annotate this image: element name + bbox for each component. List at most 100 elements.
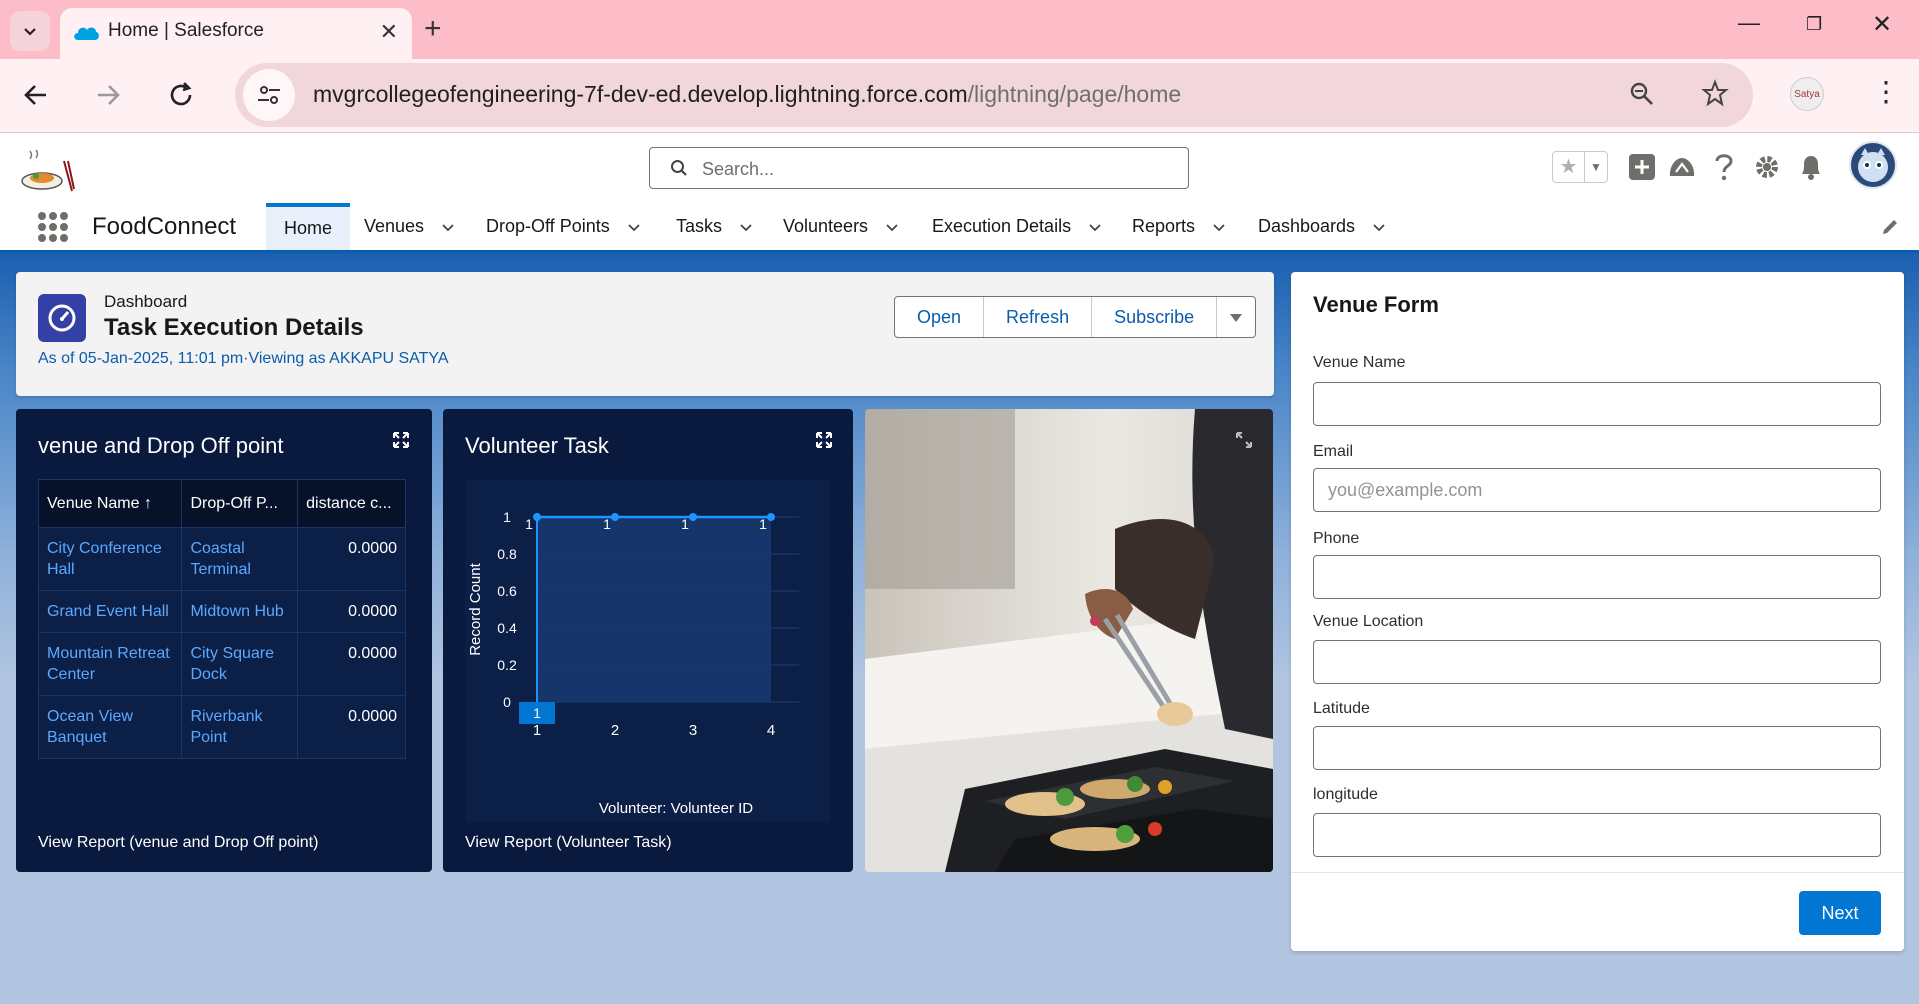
table-row: Ocean View Banquet Riverbank Point 0.000… xyxy=(37,695,406,759)
window-close-icon[interactable]: ✕ xyxy=(1872,10,1892,39)
volunteer-task-chart: 00.20.40.60.81 1 1 1 111 2 3 4Volunteer: Volunt… xyxy=(467,509,799,817)
nav-tab-drop-off-points[interactable]: Drop-Off Points xyxy=(486,203,640,250)
data-point xyxy=(611,513,619,521)
table-row: Grand Event Hall Midtown Hub 0.0000 xyxy=(37,590,406,633)
column-header-venue-name[interactable]: Venue Name ↑ xyxy=(37,479,183,528)
search-placeholder: Search... xyxy=(702,159,775,179)
tab-search-button[interactable] xyxy=(10,11,50,51)
forward-icon[interactable] xyxy=(94,81,122,109)
widget-title: Volunteer Task xyxy=(465,433,609,458)
drop-off-point-link[interactable]: Coastal Terminal xyxy=(181,527,299,591)
chevron-down-icon[interactable] xyxy=(1373,221,1385,233)
user-avatar[interactable] xyxy=(1849,141,1897,189)
omnibox[interactable]: mvgrcollegeofengineering-7f-dev-ed.devel… xyxy=(235,63,1753,127)
chevron-down-icon[interactable] xyxy=(1089,221,1101,233)
nav-tab-dashboards[interactable]: Dashboards xyxy=(1258,203,1385,250)
venue-name-link[interactable]: City Conference Hall xyxy=(37,527,183,591)
x-tick-label: 4 xyxy=(767,722,775,739)
x-tick-label: 2 xyxy=(611,722,619,739)
drop-off-point-link[interactable]: Riverbank Point xyxy=(181,695,299,759)
open-button[interactable]: Open xyxy=(895,297,985,337)
email-label: Email xyxy=(1313,443,1354,460)
chevron-down-icon[interactable] xyxy=(442,221,454,233)
global-search-input[interactable]: Search... xyxy=(649,147,1189,189)
browser-tab[interactable]: Home | Salesforce ✕ xyxy=(60,8,412,59)
venue-dropoff-widget: venue and Drop Off point Venue Name ↑ Dr… xyxy=(16,409,432,872)
nav-tab-tasks[interactable]: Tasks xyxy=(676,203,752,250)
latitude-input[interactable] xyxy=(1313,726,1881,770)
nav-tab-execution-details[interactable]: Execution Details xyxy=(932,203,1101,250)
expand-icon[interactable] xyxy=(1235,431,1253,449)
venue-name-link[interactable]: Ocean View Banquet xyxy=(37,695,183,759)
phone-input[interactable] xyxy=(1313,555,1881,599)
favorites-dropdown-icon[interactable]: ▼ xyxy=(1585,152,1607,182)
venue-name-link[interactable]: Grand Event Hall xyxy=(37,590,183,633)
edit-nav-pencil-icon[interactable] xyxy=(1880,217,1900,237)
drop-off-point-link[interactable]: City Square Dock xyxy=(181,632,299,696)
more-actions-button[interactable] xyxy=(1217,297,1255,337)
nav-tab-reports[interactable]: Reports xyxy=(1132,203,1225,250)
chevron-down-icon[interactable] xyxy=(886,221,898,233)
back-icon[interactable] xyxy=(22,81,50,109)
distance-value: 0.0000 xyxy=(297,527,406,591)
view-report-link[interactable]: View Report (Volunteer Task) xyxy=(465,834,672,852)
chevron-down-icon[interactable] xyxy=(628,221,640,233)
y-tick-label: 0.8 xyxy=(497,546,517,562)
venue-location-input[interactable] xyxy=(1313,640,1881,684)
area-fill xyxy=(537,517,771,702)
setup-gear-icon[interactable] xyxy=(1751,151,1783,183)
trailhead-guidance-icon[interactable] xyxy=(1666,151,1698,183)
x-tick-label: 1 xyxy=(533,705,541,721)
favorite-star-icon[interactable]: ★ xyxy=(1553,152,1585,182)
restore-icon[interactable]: ❐ xyxy=(1806,14,1822,35)
notifications-bell-icon[interactable] xyxy=(1795,151,1827,183)
help-icon[interactable] xyxy=(1708,151,1740,183)
refresh-button[interactable]: Refresh xyxy=(984,297,1093,337)
expand-icon[interactable] xyxy=(815,431,833,449)
chevron-down-icon[interactable] xyxy=(740,221,752,233)
nav-tab-venues[interactable]: Venues xyxy=(364,203,454,250)
chevron-down-icon[interactable] xyxy=(1213,221,1225,233)
widget-title: venue and Drop Off point xyxy=(38,433,284,458)
reload-icon[interactable] xyxy=(166,80,196,110)
y-axis-title: Record Count xyxy=(467,562,484,655)
nav-tab-volunteers[interactable]: Volunteers xyxy=(783,203,898,250)
column-header-distance[interactable]: distance c... xyxy=(297,479,406,528)
subscribe-button[interactable]: Subscribe xyxy=(1092,297,1218,337)
next-button[interactable]: Next xyxy=(1799,891,1881,935)
dashboard-eyebrow: Dashboard xyxy=(104,292,188,311)
app-navigation-bar: FoodConnect Home Venues Drop-Off Points … xyxy=(0,203,1919,253)
tab-title: Home | Salesforce xyxy=(108,20,264,41)
sf-global-header: Search... ★ ▼ xyxy=(0,133,1919,203)
x-axis-title: Volunteer: Volunteer ID xyxy=(599,800,753,817)
new-tab-button[interactable]: + xyxy=(424,12,442,46)
bookmark-star-icon[interactable] xyxy=(1701,79,1729,107)
tab-close-icon[interactable]: ✕ xyxy=(380,19,398,45)
favorites-button-group: ★ ▼ xyxy=(1552,151,1608,183)
browser-menu-icon[interactable]: ⋮ xyxy=(1872,75,1900,108)
longitude-input[interactable] xyxy=(1313,813,1881,857)
expand-icon[interactable] xyxy=(392,431,410,449)
foodconnect-logo[interactable] xyxy=(20,147,78,193)
dashboard-button-group: Open Refresh Subscribe xyxy=(894,296,1257,338)
drop-off-point-link[interactable]: Midtown Hub xyxy=(181,590,299,633)
venue-name-link[interactable]: Mountain Retreat Center xyxy=(37,632,183,696)
zoom-icon[interactable] xyxy=(1629,81,1655,107)
minimize-icon[interactable]: — xyxy=(1738,10,1760,36)
browser-profile-avatar[interactable]: Satya xyxy=(1790,77,1824,111)
app-launcher-icon[interactable] xyxy=(38,212,68,242)
form-footer-divider xyxy=(1291,872,1904,873)
site-info-icon[interactable] xyxy=(243,69,295,121)
y-tick-label: 0.6 xyxy=(497,583,517,599)
url-text: mvgrcollegeofengineering-7f-dev-ed.devel… xyxy=(313,81,1182,107)
distance-value: 0.0000 xyxy=(297,590,406,633)
nav-tab-home[interactable]: Home xyxy=(266,203,351,250)
caret-down-icon xyxy=(1230,314,1243,323)
data-point xyxy=(689,513,697,521)
column-header-drop-off-point[interactable]: Drop-Off P... xyxy=(181,479,299,528)
venue-name-input[interactable] xyxy=(1313,382,1881,426)
email-input[interactable] xyxy=(1313,468,1881,512)
dashboard-subtitle: As of 05-Jan-2025, 11:01 pm·Viewing as A… xyxy=(38,350,449,367)
global-actions-icon[interactable] xyxy=(1626,151,1658,183)
view-report-link[interactable]: View Report (venue and Drop Off point) xyxy=(38,834,318,852)
